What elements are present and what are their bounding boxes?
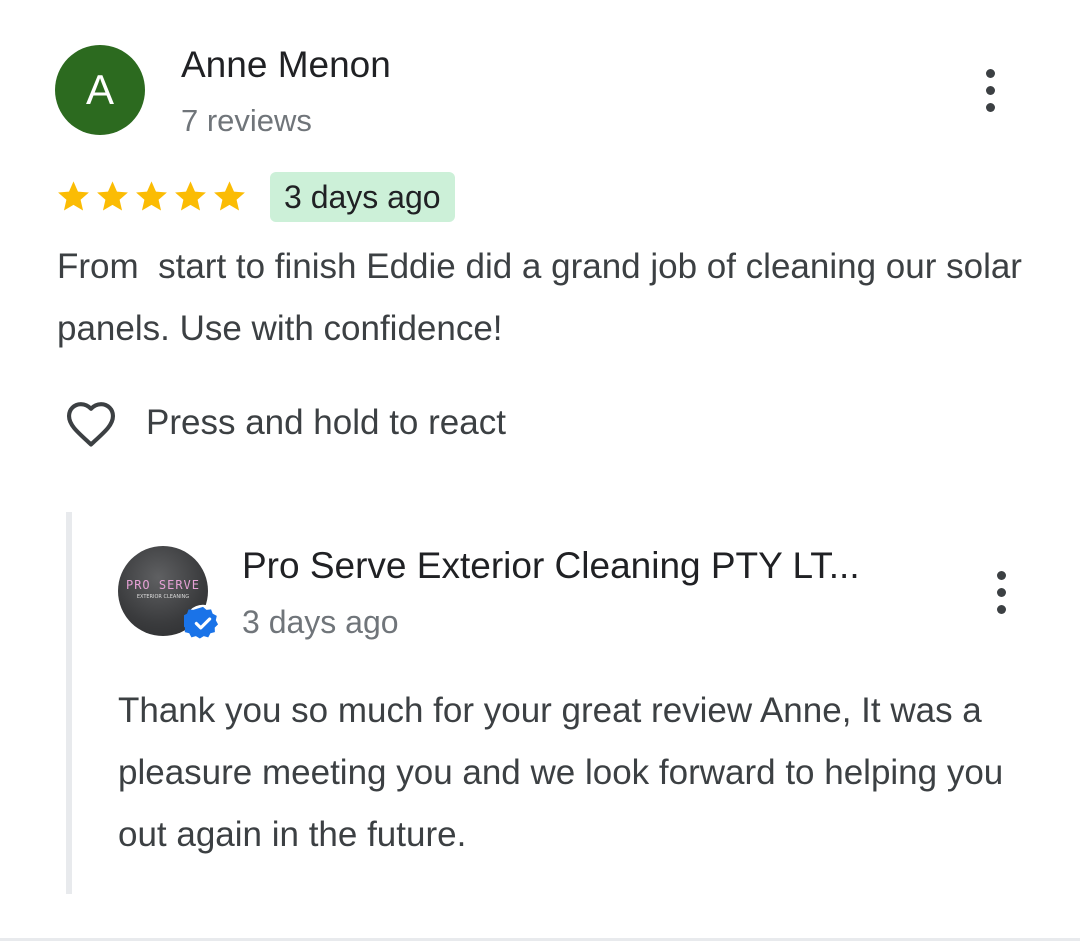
reviewer-avatar[interactable]: A xyxy=(55,45,145,135)
review-card: A Anne Menon 7 reviews 3 days ago From s… xyxy=(0,0,1080,948)
reviewer-review-count[interactable]: 7 reviews xyxy=(181,103,312,139)
divider xyxy=(0,938,1080,941)
more-vertical-icon-dot xyxy=(985,102,995,112)
reply-more-options-button[interactable] xyxy=(981,562,1021,622)
avatar-initial: A xyxy=(85,66,114,113)
owner-reply-text: Thank you so much for your great review … xyxy=(118,691,1004,854)
owner-reply-date: 3 days ago xyxy=(242,604,399,640)
more-vertical-icon xyxy=(996,570,1006,580)
review-text: From start to finish Eddie did a grand j… xyxy=(57,247,1032,348)
more-vertical-icon-dot xyxy=(996,604,1006,614)
reviewer-name[interactable]: Anne Menon xyxy=(181,44,391,86)
reply-indent-bar xyxy=(66,512,72,894)
review-more-options-button[interactable] xyxy=(970,60,1010,120)
star-icon xyxy=(97,181,128,211)
review-date-badge: 3 days ago xyxy=(270,172,455,222)
more-vertical-icon xyxy=(985,68,995,78)
star-icon xyxy=(214,181,245,211)
react-button[interactable]: Press and hold to react xyxy=(60,392,506,454)
star-icon xyxy=(175,181,206,211)
owner-name[interactable]: Pro Serve Exterior Cleaning PTY LT... xyxy=(242,545,860,587)
star-icon xyxy=(58,181,89,211)
more-vertical-icon-dot xyxy=(996,587,1006,597)
star-icon xyxy=(136,181,167,211)
react-label: Press and hold to react xyxy=(146,403,506,442)
verified-check-icon xyxy=(184,604,222,642)
owner-logo-text: PRO SERVE xyxy=(125,578,201,592)
more-vertical-icon-dot xyxy=(985,85,995,95)
heart-icon xyxy=(66,402,116,447)
owner-logo-subtext: EXTERIOR CLEANING xyxy=(136,594,190,600)
star-rating xyxy=(55,178,248,215)
